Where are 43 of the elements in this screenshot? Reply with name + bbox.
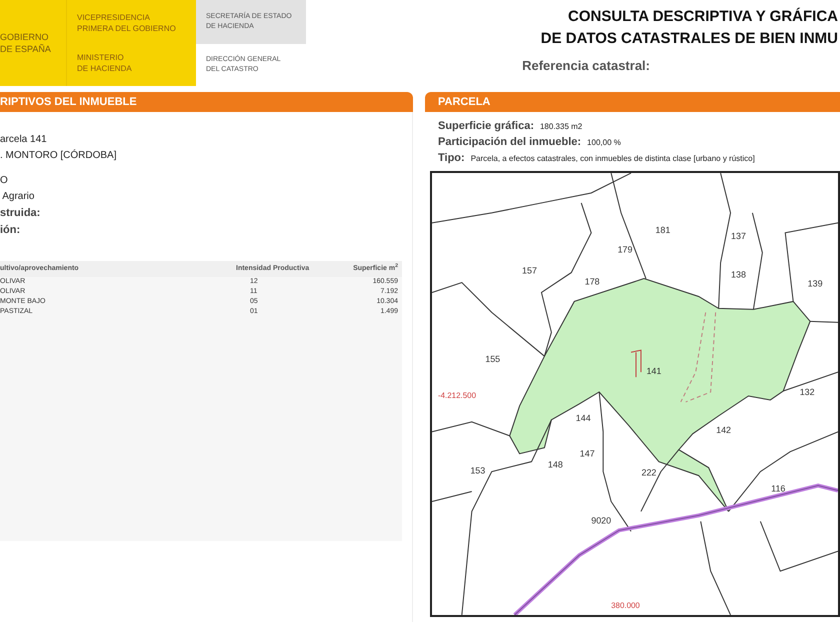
- field-value: Parcela, a efectos catastrales, con inmuebles de distinta clase [urbano y rústico]: [470, 153, 755, 165]
- parcel-number: 179: [618, 244, 632, 255]
- reference-label: Referencia catastral:: [522, 57, 650, 75]
- field-value: 100,00 %: [587, 137, 621, 149]
- parcel-number: 141: [646, 366, 662, 376]
- parcel-number: 222: [641, 468, 656, 478]
- parcel-number: 139: [808, 278, 823, 289]
- parcel-number: 155: [485, 354, 500, 364]
- section-heading: PARCELA: [425, 92, 840, 112]
- logo-text: MINISTERIO: [77, 52, 125, 63]
- parcel-number: 147: [580, 448, 595, 459]
- coordinate-label: 380.000: [611, 600, 640, 610]
- parcel-number: 153: [470, 466, 486, 476]
- parcel-number: 137: [731, 230, 746, 241]
- logo-text: DE HACIENDA: [77, 63, 133, 74]
- parcel-number: 178: [584, 276, 600, 287]
- coordinate-label: -4.212.500: [438, 390, 476, 400]
- property-value: arcela 141: [0, 133, 48, 147]
- property-value: O: [0, 174, 9, 188]
- parcel-number: 148: [548, 460, 563, 470]
- page-title: DE DATOS CATASTRALES DE BIEN INMU: [540, 29, 838, 49]
- field-value: 180.335 m2: [540, 121, 582, 133]
- parcel-number: 9020: [591, 515, 612, 526]
- property-value: Agrario: [1, 190, 36, 204]
- parcel-number: 181: [655, 224, 670, 235]
- parcel-number: 144: [576, 412, 591, 423]
- field-label: Tipo:: [438, 151, 465, 166]
- parcel-number: 138: [731, 270, 746, 280]
- page-title: CONSULTA DESCRIPTIVA Y GRÁFICA: [568, 6, 838, 27]
- section-heading: RIPTIVOS DEL INMUEBLE: [0, 92, 413, 112]
- logo-text: PRIMERA DEL GOBIERNO: [77, 23, 177, 34]
- property-label: struida:: [0, 206, 42, 221]
- logo-text: DE ESPAÑA: [0, 43, 52, 55]
- parcel-number: 157: [522, 266, 537, 276]
- logo-text: VICEPRESIDENCIA: [77, 12, 151, 23]
- field-label: Participación del inmueble:: [438, 135, 582, 150]
- parcel-number: 132: [800, 387, 815, 397]
- logo-text: GOBIERNO: [0, 31, 50, 43]
- field-label: Superficie gráfica:: [438, 119, 534, 134]
- property-label: ión:: [0, 223, 22, 238]
- parcel-number: 142: [716, 424, 732, 435]
- parcel-number: 116: [771, 484, 786, 494]
- property-value: . MONTORO [CÓRDOBA]: [0, 148, 118, 163]
